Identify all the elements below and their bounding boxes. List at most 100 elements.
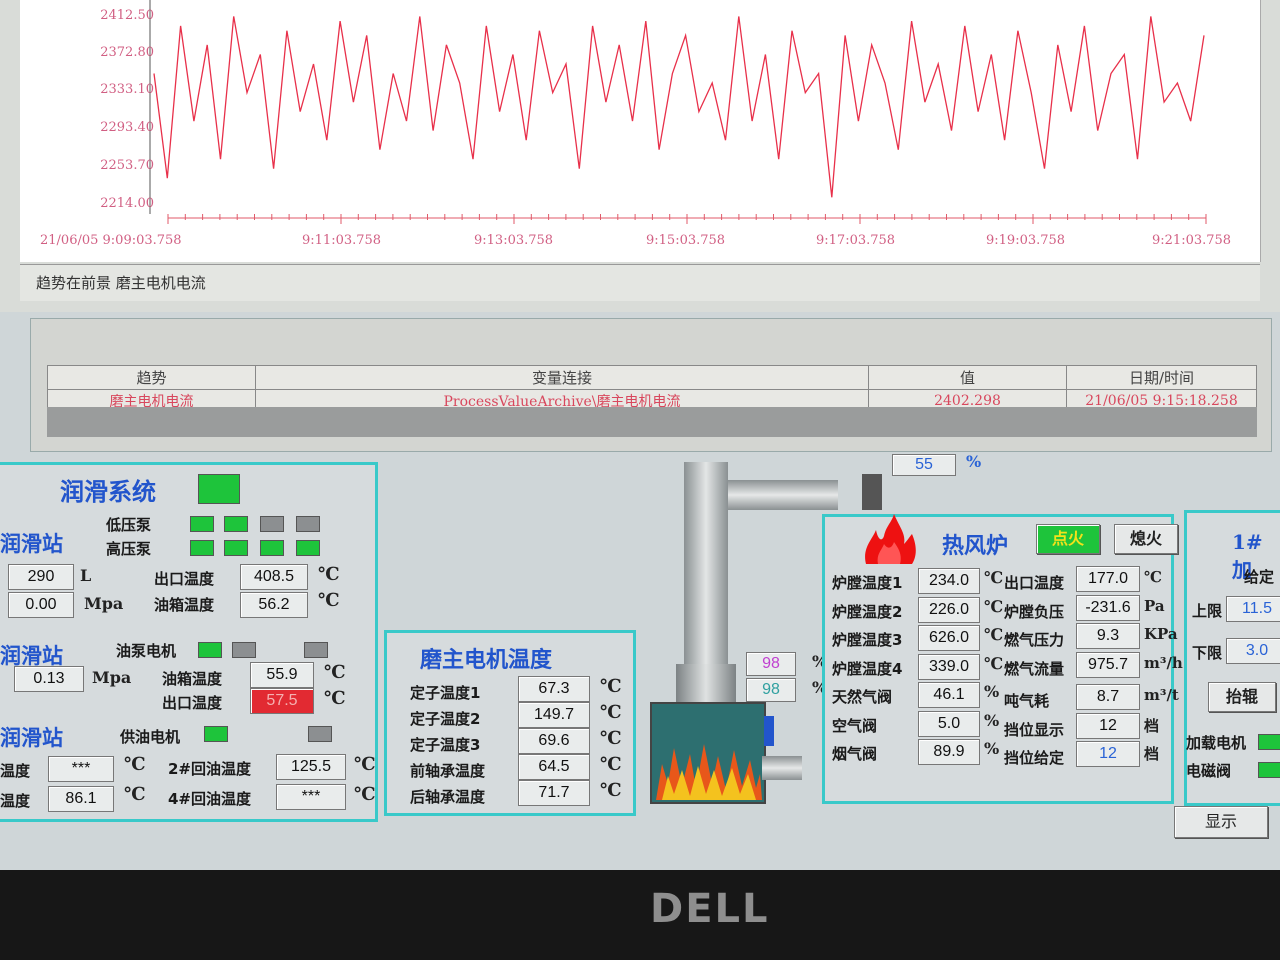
furnace-right-value: 8.7	[1076, 684, 1140, 710]
furnace-right-label: 挡位显示	[1004, 721, 1065, 739]
lube-system-status	[198, 474, 240, 504]
motor-row-label: 定子温度2	[410, 710, 481, 728]
high-pump-2-status[interactable]	[224, 540, 248, 556]
x-tick-label: 9:21:03.758	[1152, 233, 1232, 248]
y-tick-label: 2293.40	[100, 120, 154, 135]
furnace-right-label: 炉膛负压	[1004, 603, 1065, 621]
x-tick-label: 9:15:03.758	[646, 233, 726, 248]
temp-b-unit: ℃	[124, 784, 146, 805]
display-button[interactable]: 显示	[1174, 806, 1268, 838]
return4-unit: ℃	[354, 784, 376, 805]
supply-motor-2-status[interactable]	[308, 726, 332, 742]
furnace-left-value: 46.1	[918, 682, 980, 708]
return4-value: ***	[276, 784, 346, 810]
motor-row-value: 71.7	[518, 780, 590, 806]
return2-label: 2#回油温度	[168, 760, 252, 778]
y-tick-label: 2214.00	[100, 196, 154, 211]
motor-row-label: 后轴承温度	[410, 788, 486, 806]
trend-chart	[149, 0, 1207, 224]
burner-flames	[652, 704, 764, 802]
brand-logo: DELL	[650, 886, 770, 932]
furnace-right-unit: 档	[1144, 717, 1160, 735]
furnace-right-label: 燃气流量	[1004, 660, 1065, 678]
furnace-left-label: 炉膛温度2	[832, 603, 903, 621]
temp-a-label: 温度	[0, 762, 31, 780]
ruler-header-row: 趋势 变量连接 值 日期/时间	[47, 365, 1257, 390]
out-temp-value: 408.5	[240, 564, 308, 590]
oil-level-unit: L	[80, 566, 92, 585]
furnace-left-value: 626.0	[918, 625, 980, 651]
ruler-table: 趋势 变量连接 值 日期/时间 磨主电机电流 ProcessValueArchi…	[47, 365, 1257, 413]
low-pump-4-status[interactable]	[296, 516, 320, 532]
pump-motor-3-status[interactable]	[304, 642, 328, 658]
trend-plot: 2412.50 2372.80 2333.10 2293.40 2253.70 …	[20, 0, 1261, 262]
furnace-left-value: 226.0	[918, 597, 980, 623]
low-pump-1-status[interactable]	[190, 516, 214, 532]
high-pump-1-status[interactable]	[190, 540, 214, 556]
feeder-lower-label: 下限	[1192, 644, 1223, 662]
motor-row-unit: ℃	[600, 754, 622, 775]
furnace-left-label: 天然气阀	[832, 688, 893, 706]
ruler-empty-area	[47, 407, 1257, 437]
pump-motor-2-status[interactable]	[232, 642, 256, 658]
burner-neck	[676, 664, 736, 704]
col-header-value: 值	[868, 365, 1067, 390]
furnace-right-label: 挡位给定	[1004, 749, 1065, 767]
furnace-left-unit: %	[984, 711, 1000, 730]
tank-temp2-label: 油箱温度	[162, 670, 223, 688]
furnace-left-unit: ℃	[984, 654, 1004, 673]
low-pump-3-status[interactable]	[260, 516, 284, 532]
furnace-right-unit: KPa	[1144, 625, 1178, 643]
motor-row-value: 149.7	[518, 702, 590, 728]
return4-label: 4#回油温度	[168, 790, 252, 808]
furnace-right-label: 出口温度	[1004, 574, 1065, 592]
temp-b-label: 温度	[0, 792, 31, 810]
motor-row-unit: ℃	[600, 676, 622, 697]
pressure2-unit: Mpa	[92, 668, 132, 687]
pump-motor-1-status[interactable]	[198, 642, 222, 658]
furnace-left-unit: ℃	[984, 568, 1004, 587]
trend-status-text: 趋势在前景 磨主电机电流	[36, 274, 206, 292]
feeder-upper-label: 上限	[1192, 602, 1223, 620]
solenoid-valve-status[interactable]	[1258, 762, 1280, 778]
x-tick-label: 9:17:03.758	[816, 233, 896, 248]
high-pump-3-status[interactable]	[260, 540, 284, 556]
pressure2-value: 0.13	[14, 666, 84, 692]
feeder-upper-value[interactable]: 11.5	[1226, 596, 1280, 622]
pressure-unit: Mpa	[84, 594, 124, 613]
feeder-setpoint-label: 给定	[1244, 568, 1275, 586]
col-header-trend: 趋势	[47, 365, 256, 390]
motor-row-unit: ℃	[600, 702, 622, 723]
out-temp2-label: 出口温度	[162, 694, 223, 712]
low-pump-label: 低压泵	[106, 516, 152, 534]
col-header-variable: 变量连接	[255, 365, 869, 390]
furnace-left-value: 234.0	[918, 568, 980, 594]
furnace-right-value: -231.6	[1076, 595, 1140, 621]
supply-motor-1-status[interactable]	[204, 726, 228, 742]
furnace-left-label: 空气阀	[832, 717, 878, 735]
furnace-left-unit: ℃	[984, 597, 1004, 616]
horizontal-pipe	[728, 480, 838, 510]
station3-title: 润滑站	[0, 725, 63, 750]
ignite-button[interactable]: 点火	[1036, 524, 1100, 554]
tank-temp-unit: ℃	[318, 590, 340, 611]
burner-chamber	[650, 702, 766, 804]
out-temp-unit: ℃	[318, 564, 340, 585]
y-tick-label: 2372.80	[100, 45, 154, 60]
col-header-datetime: 日期/时间	[1066, 365, 1257, 390]
feeder-lower-value[interactable]: 3.0	[1226, 638, 1280, 664]
furnace-right-value[interactable]: 12	[1076, 741, 1140, 767]
furnace-right-unit: Pa	[1144, 597, 1165, 615]
tank-temp-label: 油箱温度	[154, 596, 215, 614]
lift-roller-button[interactable]: 抬辊	[1208, 682, 1276, 712]
trend-window: 2412.50 2372.80 2333.10 2293.40 2253.70 …	[0, 0, 1280, 312]
furnace-left-unit: ℃	[984, 625, 1004, 644]
low-pump-2-status[interactable]	[224, 516, 248, 532]
trend-series-line	[153, 16, 1205, 198]
loading-motor-status[interactable]	[1258, 734, 1280, 750]
extinguish-button[interactable]: 熄火	[1114, 524, 1178, 554]
furnace-right-unit: 档	[1144, 745, 1160, 763]
high-pump-4-status[interactable]	[296, 540, 320, 556]
x-tick-label: 21/06/05 9:09:03.758	[40, 233, 182, 248]
x-tick-label: 9:19:03.758	[986, 233, 1066, 248]
